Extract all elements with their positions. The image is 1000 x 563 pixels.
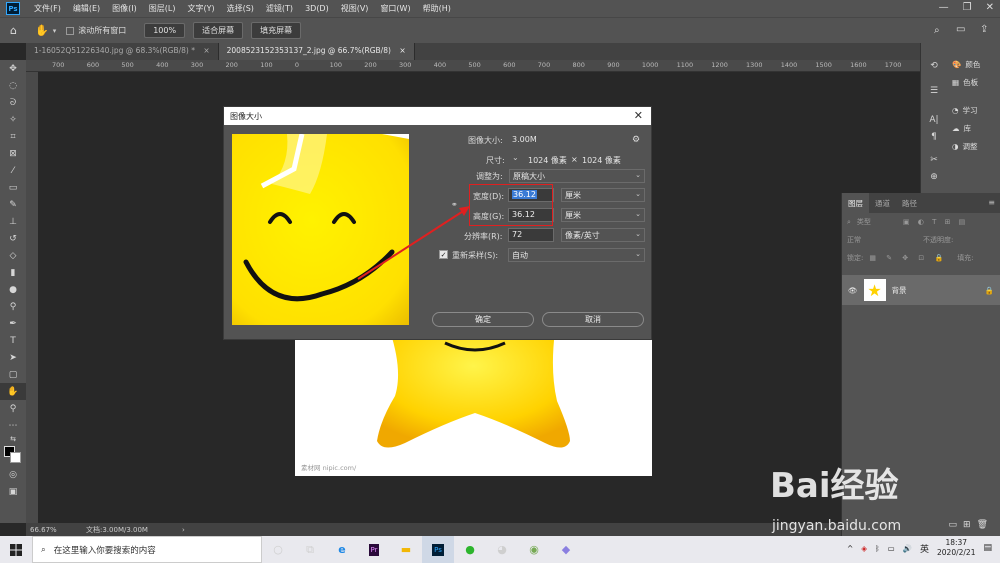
premiere-icon[interactable]: Pr <box>358 536 390 563</box>
app-tray-icon[interactable]: ◈ <box>861 544 867 553</box>
task-view-icon[interactable]: ⧉ <box>294 536 326 563</box>
notification-icon[interactable]: ▤ <box>983 543 992 553</box>
avatar-app-icon[interactable]: ◉ <box>518 536 550 563</box>
chevron-up-icon[interactable]: ^ <box>847 544 853 553</box>
taskbar-search-input[interactable]: ⌕ 在这里输入你要搜索的内容 <box>32 536 262 563</box>
wechat-icon[interactable]: ● <box>454 536 486 563</box>
edge-icon[interactable]: e <box>326 536 358 563</box>
ime-indicator[interactable]: 英 <box>920 542 929 555</box>
clock[interactable]: 18:37 2020/2/21 <box>937 538 975 558</box>
cortana-icon[interactable]: ○ <box>262 536 294 563</box>
qq-icon[interactable]: ◕ <box>486 536 518 563</box>
clock-date: 2020/2/21 <box>937 548 976 557</box>
system-tray: ^ ◈ ᛒ ▭ 🔊 英 18:37 2020/2/21 ▤ <box>847 538 992 558</box>
bluetooth-icon[interactable]: ᛒ <box>875 544 880 553</box>
baidu-jingyan-watermark-url: jingyan.baidu.com <box>772 518 902 534</box>
windows-taskbar: ⌕ 在这里输入你要搜索的内容 ○ ⧉ e Pr ▬ Ps ● ◕ ◉ ◆ ^ ◈… <box>0 536 1000 563</box>
windows-start-icon[interactable] <box>0 543 32 556</box>
photoshop-taskbar-icon[interactable]: Ps <box>422 536 454 563</box>
clock-time: 18:37 <box>945 538 968 547</box>
app-icon[interactable]: ◆ <box>550 536 582 563</box>
baidu-jingyan-watermark-logo: Bai经验 <box>770 466 899 506</box>
volume-icon[interactable]: 🔊 <box>903 544 912 553</box>
search-icon: ⌕ <box>41 544 46 555</box>
search-placeholder: 在这里输入你要搜索的内容 <box>53 545 156 556</box>
network-icon[interactable]: ▭ <box>888 544 895 553</box>
file-explorer-icon[interactable]: ▬ <box>390 536 422 563</box>
